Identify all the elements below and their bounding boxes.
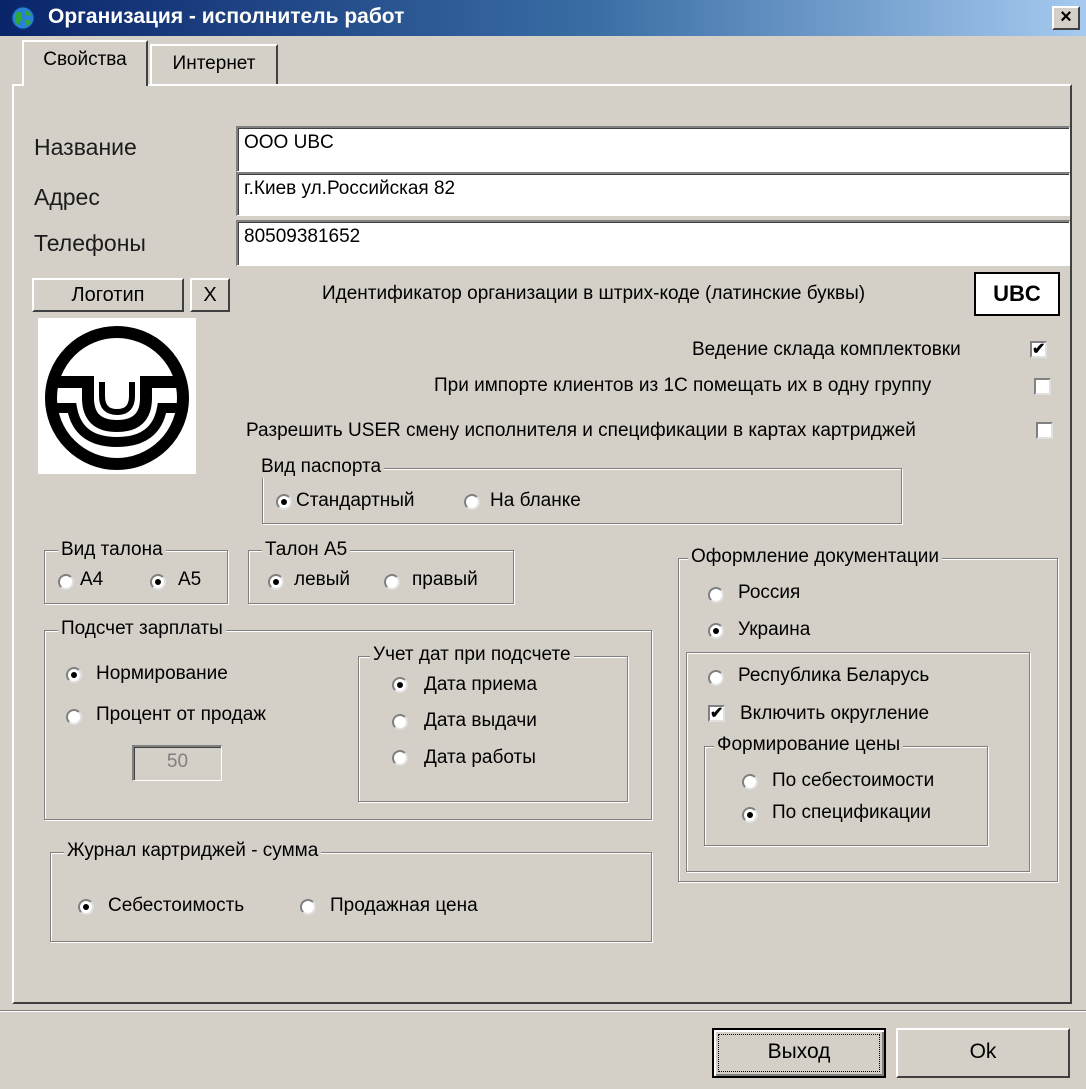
name-label: Название xyxy=(34,134,137,160)
allow-user-label: Разрешить USER смену исполнителя и специ… xyxy=(246,420,916,441)
phones-input[interactable]: 80509381652 xyxy=(236,220,1070,266)
phones-label: Телефоны xyxy=(34,230,146,256)
price-cost-radio[interactable] xyxy=(742,774,758,790)
docs-title: Оформление документации xyxy=(688,546,942,568)
talon-a5-label: А5 xyxy=(178,569,202,590)
import-1c-label: При импорте клиентов из 1С помещать их в… xyxy=(434,375,932,396)
logo-clear-button[interactable]: X xyxy=(190,278,230,312)
docs-belarus-label: Республика Беларусь xyxy=(738,665,930,686)
talon-a4-radio[interactable] xyxy=(58,574,74,590)
logo-button[interactable]: Логотип xyxy=(32,278,184,312)
name-input[interactable]: ООО UBC xyxy=(236,126,1070,172)
journal-sale-radio[interactable] xyxy=(300,899,316,915)
passport-standard-radio[interactable] xyxy=(276,494,292,510)
price-spec-label: По спецификации xyxy=(772,802,932,823)
date-issued-label: Дата выдачи xyxy=(424,710,537,731)
journal-cost-label: Себестоимость xyxy=(108,895,245,916)
date-received-radio[interactable] xyxy=(392,677,408,693)
salary-dates-title: Учет дат при подсчете xyxy=(370,644,574,666)
address-input[interactable]: г.Киев ул.Российская 82 xyxy=(236,172,1070,216)
rounding-checkbox[interactable]: ✔ xyxy=(708,705,725,722)
salary-percent-label: Процент от продаж xyxy=(96,704,266,725)
talon-left-radio[interactable] xyxy=(268,574,284,590)
close-button[interactable]: × xyxy=(1052,6,1080,30)
window-title: Организация - исполнитель работ xyxy=(48,5,405,28)
talon-a5-title: Талон А5 xyxy=(262,539,351,561)
warehouse-label: Ведение склада комплектовки xyxy=(692,339,961,360)
logo-image xyxy=(38,318,196,474)
salary-norm-label: Нормирование xyxy=(96,663,228,684)
journal-sale-label: Продажная цена xyxy=(330,895,478,916)
salary-percent-input[interactable]: 50 xyxy=(132,745,222,781)
docs-belarus-radio[interactable] xyxy=(708,670,724,686)
rounding-label: Включить округление xyxy=(740,703,930,724)
allow-user-checkbox[interactable] xyxy=(1036,422,1053,439)
date-received-label: Дата приема xyxy=(424,674,538,695)
warehouse-checkbox[interactable]: ✔ xyxy=(1030,341,1047,358)
salary-percent-radio[interactable] xyxy=(66,709,82,725)
passport-standard-label: Стандартный xyxy=(296,490,415,511)
docs-russia-label: Россия xyxy=(738,582,801,603)
price-cost-label: По себестоимости xyxy=(772,770,935,791)
passport-blank-radio[interactable] xyxy=(464,494,480,510)
talon-title: Вид талона xyxy=(58,539,166,561)
passport-title: Вид паспорта xyxy=(258,456,385,478)
salary-title: Подсчет зарплаты xyxy=(58,618,226,640)
price-title: Формирование цены xyxy=(714,734,904,756)
barcode-label: Идентификатор организации в штрих-коде (… xyxy=(322,283,866,304)
talon-a4-label: А4 xyxy=(80,569,104,590)
docs-ukraine-label: Украина xyxy=(738,619,811,640)
price-spec-radio[interactable] xyxy=(742,807,758,823)
journal-cost-radio[interactable] xyxy=(78,899,94,915)
address-label: Адрес xyxy=(34,184,100,210)
journal-title: Журнал картриджей - сумма xyxy=(64,840,322,862)
import-1c-checkbox[interactable] xyxy=(1034,378,1051,395)
tab-internet[interactable]: Интернет xyxy=(150,44,278,84)
date-work-radio[interactable] xyxy=(392,750,408,766)
globe-icon xyxy=(11,6,35,30)
talon-right-label: правый xyxy=(412,569,478,590)
tab-properties[interactable]: Свойства xyxy=(22,40,148,86)
barcode-input[interactable]: UBC xyxy=(974,272,1060,316)
salary-norm-radio[interactable] xyxy=(66,667,82,683)
checkmark-icon: ✔ xyxy=(1032,341,1046,358)
company-logo xyxy=(45,326,189,470)
price-group xyxy=(704,746,988,846)
ok-button[interactable]: Ok xyxy=(896,1028,1070,1078)
talon-right-radio[interactable] xyxy=(384,574,400,590)
docs-russia-radio[interactable] xyxy=(708,587,724,603)
exit-button[interactable]: Выход xyxy=(712,1028,886,1078)
date-issued-radio[interactable] xyxy=(392,714,408,730)
checkmark-icon: ✔ xyxy=(710,705,724,722)
date-work-label: Дата работы xyxy=(424,747,536,768)
talon-a5-radio[interactable] xyxy=(150,574,166,590)
talon-left-label: левый xyxy=(294,569,351,590)
passport-blank-label: На бланке xyxy=(490,490,581,511)
docs-ukraine-radio[interactable] xyxy=(708,623,724,639)
